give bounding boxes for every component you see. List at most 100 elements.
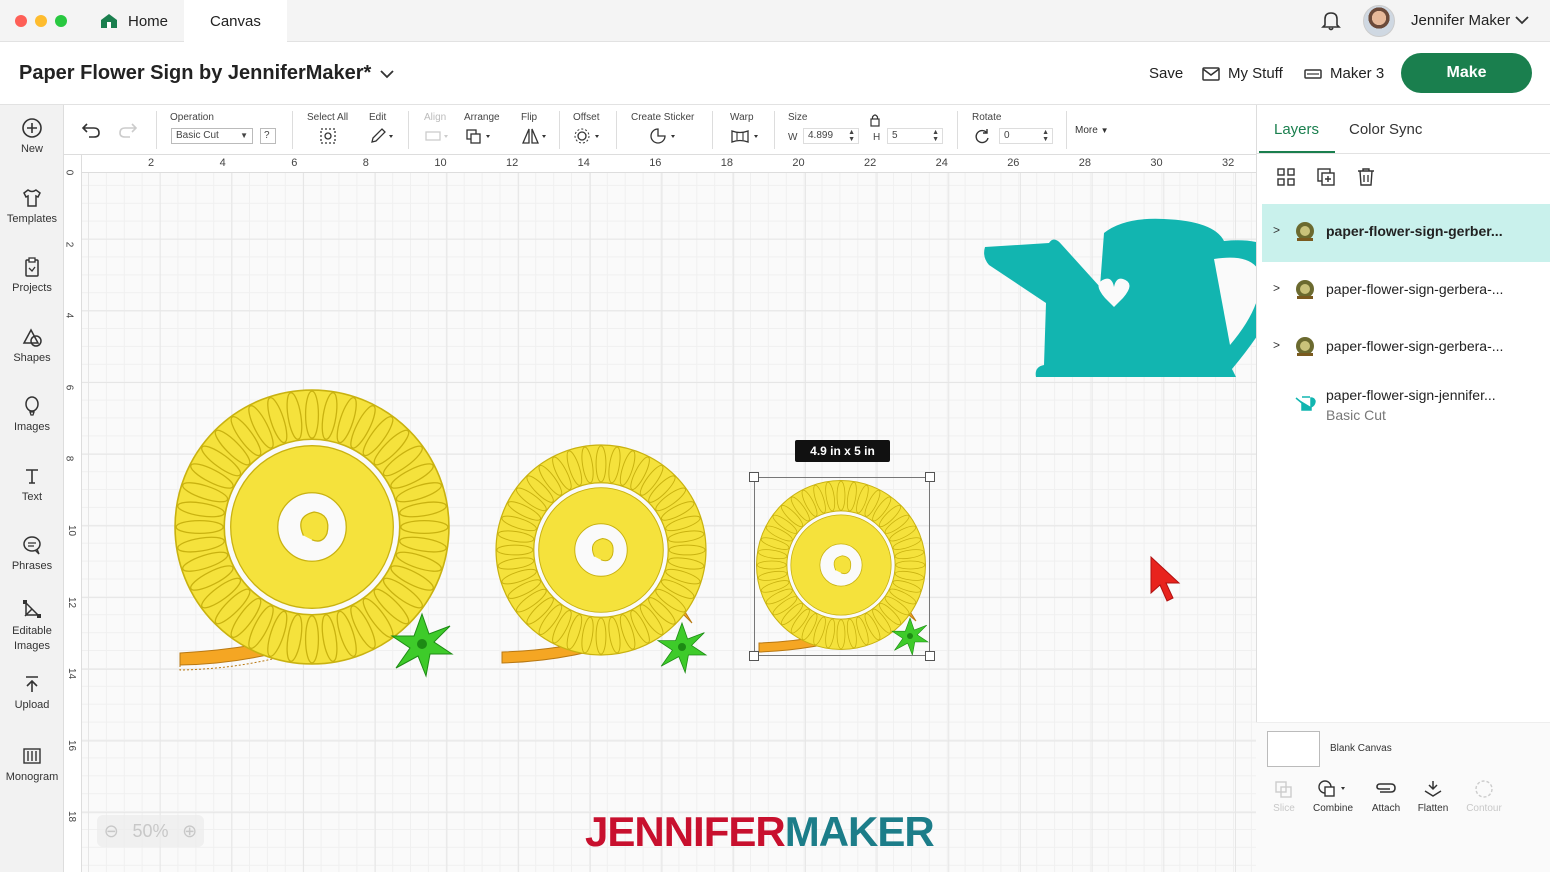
maximize-window-button[interactable] (55, 15, 67, 27)
minimize-window-button[interactable] (35, 15, 47, 27)
blank-canvas-swatch[interactable] (1267, 731, 1320, 767)
expand-icon[interactable]: > (1273, 223, 1280, 237)
sidebar-item-phrases[interactable]: Phrases (0, 534, 64, 572)
width-input[interactable]: 4.899 ▲ ▼ (803, 128, 859, 144)
sidebar-item-editable-images[interactable]: Editable Images (0, 598, 64, 654)
rotate-input[interactable]: 0 ▲ ▼ (999, 128, 1053, 144)
trash-icon[interactable] (1355, 166, 1377, 188)
operation-value: Basic Cut (176, 130, 219, 141)
flatten-button[interactable]: Flatten (1407, 779, 1459, 814)
layer-row[interactable]: paper-flower-sign-jennifer... Basic Cut (1262, 377, 1550, 427)
width-prefix: W (788, 132, 798, 143)
bell-icon[interactable] (1320, 9, 1342, 31)
tab-home[interactable]: Home (100, 0, 168, 42)
create-sticker-button[interactable]: Create Sticker (631, 112, 694, 148)
save-button[interactable]: Save (1149, 65, 1183, 82)
attach-button[interactable]: Attach (1360, 779, 1412, 814)
arrange-button[interactable]: Arrange (464, 112, 500, 148)
layer-row[interactable]: > paper-flower-sign-gerbera-... (1262, 262, 1550, 320)
more-label: More (1075, 125, 1098, 136)
shirt-icon (23, 189, 41, 207)
sidebar-item-upload[interactable]: Upload (0, 673, 64, 711)
stepper-icon[interactable]: ▲ ▼ (848, 129, 855, 143)
envelope-icon (1202, 66, 1220, 81)
my-stuff-button[interactable]: My Stuff (1202, 65, 1283, 82)
tab-canvas[interactable]: Canvas (184, 0, 287, 42)
sidebar-item-label: Templates (6, 213, 58, 225)
duplicate-icon[interactable] (1315, 166, 1337, 188)
ruler-tick-label: 18 (720, 157, 734, 169)
expand-icon[interactable]: > (1273, 281, 1280, 295)
layer-row[interactable]: > paper-flower-sign-gerber... (1262, 204, 1550, 262)
undo-icon[interactable] (81, 122, 101, 138)
stepper-icon[interactable]: ▲ ▼ (932, 129, 939, 143)
align-icon (425, 131, 448, 141)
zoom-in-button[interactable]: ⊕ (182, 821, 197, 842)
flip-label: Flip (521, 112, 538, 123)
selection-box[interactable] (749, 472, 935, 661)
contour-button[interactable]: Contour (1458, 779, 1510, 814)
paper-flower-large[interactable] (174, 389, 454, 678)
sidebar-item-projects[interactable]: Projects (0, 256, 64, 294)
lock-icon[interactable] (869, 113, 881, 127)
save-label: Save (1149, 65, 1184, 82)
shapes-icon (22, 328, 42, 347)
expand-icon[interactable]: > (1273, 338, 1280, 352)
layer-row[interactable]: > paper-flower-sign-gerbera-... (1262, 319, 1550, 377)
ruler-tick-label: 12 (506, 157, 519, 169)
operation-group: Operation (170, 112, 214, 127)
redo-icon[interactable] (118, 122, 138, 138)
chevron-down-icon[interactable] (1514, 13, 1530, 27)
sidebar-item-shapes[interactable]: Shapes (0, 326, 64, 364)
zoom-out-button[interactable]: ⊖ (104, 821, 119, 842)
ruler-tick-label: 14 (577, 157, 590, 169)
resize-handle[interactable] (925, 472, 935, 482)
paper-flower-medium[interactable] (495, 444, 708, 675)
close-window-button[interactable] (15, 15, 27, 27)
tab-layers[interactable]: Layers (1274, 121, 1319, 138)
sidebar-item-text[interactable]: Text (0, 465, 64, 503)
combine-button[interactable]: Combine (1307, 779, 1359, 814)
make-button[interactable]: Make (1401, 53, 1532, 93)
machine-button[interactable]: Maker 3 (1304, 65, 1384, 82)
user-name[interactable]: Jennifer Maker (1411, 12, 1510, 29)
flower-thumbnail-icon (1296, 280, 1314, 299)
height-input[interactable]: 5 ▲ ▼ (887, 128, 943, 144)
flip-button[interactable]: Flip (521, 112, 551, 148)
operation-help-button[interactable]: ? (260, 128, 276, 144)
sidebar-item-images[interactable]: Images (0, 395, 64, 433)
sidebar-item-new[interactable]: New (0, 117, 64, 155)
project-title[interactable]: Paper Flower Sign by JenniferMaker* (19, 62, 395, 85)
resize-handle[interactable] (925, 651, 935, 661)
design-canvas[interactable]: 4.9 in x 5 in ⊖ 50% ⊕ JENNIFERMAKER (64, 155, 1256, 872)
select-all-button[interactable]: Select All (307, 112, 348, 148)
sidebar-item-label: Text (21, 491, 43, 503)
more-button[interactable]: More ▼ (1075, 125, 1109, 136)
ruler-tick-label: 28 (1078, 157, 1092, 169)
resize-handle[interactable] (749, 472, 759, 482)
monogram-icon (23, 748, 41, 764)
sidebar-item-label: Upload (14, 699, 50, 711)
sidebar-item-label: Phrases (11, 560, 53, 572)
offset-button[interactable]: Offset (573, 112, 603, 148)
avatar[interactable] (1363, 5, 1395, 37)
stepper-icon[interactable]: ▲ ▼ (1042, 129, 1049, 143)
edit-button[interactable]: Edit (369, 112, 395, 148)
align-button[interactable]: Align (424, 112, 450, 148)
sidebar-item-templates[interactable]: Templates (0, 187, 64, 225)
operation-label: Operation (170, 112, 214, 123)
sidebar-item-monogram[interactable]: Monogram (0, 745, 64, 783)
offset-icon (574, 128, 599, 144)
caret-down-icon: ▼ (1100, 126, 1109, 135)
machine-label: Maker 3 (1330, 65, 1385, 82)
warp-button[interactable]: Warp (730, 112, 762, 148)
operation-select[interactable]: Basic Cut ▼ (171, 128, 253, 144)
watering-can-shape[interactable] (984, 218, 1256, 377)
resize-handle[interactable] (749, 651, 759, 661)
slice-button[interactable]: Slice (1258, 779, 1310, 814)
create-sticker-label: Create Sticker (631, 112, 695, 123)
group-icon[interactable] (1275, 166, 1297, 188)
plus-circle-icon (22, 118, 42, 138)
tab-color-sync[interactable]: Color Sync (1349, 121, 1422, 138)
rotate-value: 0 (1004, 130, 1010, 141)
